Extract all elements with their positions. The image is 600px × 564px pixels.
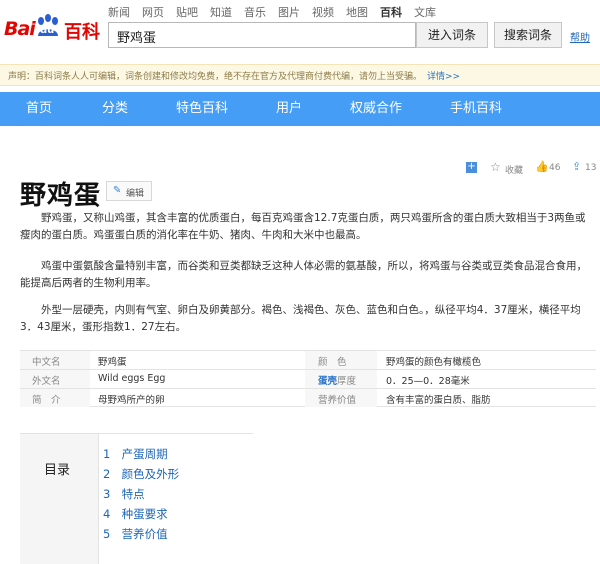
favorite-label[interactable]: 收藏	[505, 163, 523, 176]
toc-item-number: 3	[103, 487, 111, 501]
toc-item-number: 1	[103, 447, 111, 461]
baidu-baike-logo[interactable]: Bai du 百科	[4, 14, 100, 44]
paragraph-3: 外型一层硬壳，内则有气室、卵白及卵黄部分。褐色、浅褐色、灰色、蓝色和白色。，纵径…	[20, 304, 581, 333]
info-value: 母野鸡所产的卵	[98, 395, 165, 406]
nav-link-tieba[interactable]: 贴吧	[176, 4, 198, 20]
product-nav: 新闻 网页 贴吧 知道 音乐 图片 视频 地图 百科 文库	[108, 4, 448, 20]
main-nav: 首页 分类 特色百科 用户 权威合作 手机百科	[0, 92, 600, 126]
main-nav-category[interactable]: 分类	[102, 92, 128, 126]
nav-link-web[interactable]: 网页	[142, 4, 164, 20]
toc-label: 目录	[44, 463, 71, 478]
edit-button[interactable]: ✎ 编辑	[106, 181, 152, 201]
help-link[interactable]: 帮助	[570, 29, 590, 44]
main-nav-featured[interactable]: 特色百科	[176, 92, 228, 126]
share-count: 13	[585, 163, 597, 173]
nav-link-zhidao[interactable]: 知道	[210, 4, 232, 20]
info-row: 中文名 野鸡蛋 颜 色 野鸡蛋的颜色有橄榄色	[20, 350, 596, 369]
toc-item[interactable]: 5 营养价值	[103, 526, 179, 546]
pencil-icon: ✎	[113, 185, 122, 196]
main-nav-home[interactable]: 首页	[26, 92, 52, 126]
page-title: 野鸡蛋	[20, 181, 102, 211]
info-key: 简 介	[32, 395, 61, 406]
search-input[interactable]: 野鸡蛋	[108, 22, 416, 48]
toc-item-text: 特点	[121, 487, 145, 501]
toc-label-box: 目录	[20, 434, 98, 564]
info-key: 外文名	[32, 376, 61, 387]
toc-item-text: 种蛋要求	[121, 507, 168, 521]
toc-item-text: 颜色及外形	[121, 467, 180, 481]
toc-item[interactable]: 4 种蛋要求	[103, 506, 179, 526]
toc-item[interactable]: 1 产蛋周期	[103, 446, 179, 466]
top-bar: Bai du 百科 新闻 网页 贴吧 知道 音乐 图片 视频 地图 百科 文库 …	[0, 0, 600, 60]
nav-link-wenku[interactable]: 文库	[414, 4, 436, 20]
toc-list: 1 产蛋周期 2 颜色及外形 3 特点 4 种蛋要求 5 营养价值	[103, 446, 179, 546]
info-value: Wild eggs Egg	[98, 373, 166, 384]
notice-details-link[interactable]: 详情>>	[427, 69, 460, 82]
info-key: 中文名	[32, 357, 61, 368]
toc-item-text: 营养价值	[121, 527, 168, 541]
logo-text: Bai	[4, 18, 36, 40]
info-value: 野鸡蛋	[98, 357, 127, 368]
like-count: 46	[549, 163, 561, 173]
nav-link-music[interactable]: 音乐	[244, 4, 266, 20]
info-key: 颜 色	[318, 357, 347, 368]
search-value: 野鸡蛋	[117, 31, 157, 46]
enter-entry-button[interactable]: 进入词条	[416, 22, 488, 48]
nav-link-images[interactable]: 图片	[278, 4, 300, 20]
info-row: 外文名 Wild eggs Egg 蛋壳厚度 0．25—0．28毫米	[20, 369, 596, 388]
search-entry-button[interactable]: 搜索词条	[494, 22, 562, 48]
table-of-contents: 目录 1 产蛋周期 2 颜色及外形 3 特点 4 种蛋要求 5 营养价值	[20, 433, 253, 564]
logo-baike: 百科	[64, 22, 100, 43]
notice-text: 声明：百科词条人人可编辑，词条创建和修改均免费，绝不存在官方及代理商付费代编，请…	[8, 72, 423, 82]
toc-item[interactable]: 2 颜色及外形	[103, 466, 179, 486]
toc-item-text: 产蛋周期	[121, 447, 168, 461]
paragraph-1: 野鸡蛋，又称山鸡蛋，其含丰富的优质蛋白，每百克鸡蛋含12.7克蛋白质，两只鸡蛋所…	[20, 212, 586, 241]
toc-item-number: 5	[103, 527, 111, 541]
info-row: 简 介 母野鸡所产的卵 营养价值 含有丰富的蛋白质、脂肪	[20, 388, 596, 407]
eggshell-link[interactable]: 蛋壳	[318, 376, 337, 387]
nav-link-map[interactable]: 地图	[346, 4, 368, 20]
toc-item-number: 2	[103, 467, 111, 481]
thumbs-up-icon[interactable]: 👍	[535, 160, 549, 173]
toc-item[interactable]: 3 特点	[103, 486, 179, 506]
nav-link-news[interactable]: 新闻	[108, 4, 130, 20]
add-icon[interactable]: +	[466, 162, 477, 173]
basic-info-table: 中文名 野鸡蛋 颜 色 野鸡蛋的颜色有橄榄色 外文名 Wild eggs Egg…	[20, 350, 596, 407]
nav-link-video[interactable]: 视频	[312, 4, 334, 20]
main-nav-partners[interactable]: 权威合作	[350, 92, 402, 126]
notice-bar: 声明：百科词条人人可编辑，词条创建和修改均免费，绝不存在官方及代理商付费代编，请…	[0, 64, 600, 86]
toc-item-number: 4	[103, 507, 111, 521]
nav-link-baike[interactable]: 百科	[380, 4, 402, 20]
paragraph-2: 鸡蛋中蛋氨酸含量特别丰富，而谷类和豆类都缺乏这种人体必需的氨基酸，所以，将鸡蛋与…	[20, 260, 587, 289]
info-key: 营养价值	[318, 395, 357, 406]
info-value: 含有丰富的蛋白质、脂肪	[386, 395, 491, 406]
star-icon[interactable]: ☆	[490, 160, 501, 174]
main-nav-mobile[interactable]: 手机百科	[450, 92, 502, 126]
info-value: 野鸡蛋的颜色有橄榄色	[386, 357, 482, 368]
logo-du: du	[40, 25, 55, 36]
share-icon[interactable]: ⇪	[572, 160, 581, 173]
main-nav-users[interactable]: 用户	[276, 92, 302, 126]
edit-label: 编辑	[126, 189, 145, 199]
info-key-suffix: 厚度	[337, 376, 357, 387]
info-value: 0．25—0．28毫米	[386, 376, 470, 387]
info-key: 蛋壳厚度	[318, 373, 356, 387]
